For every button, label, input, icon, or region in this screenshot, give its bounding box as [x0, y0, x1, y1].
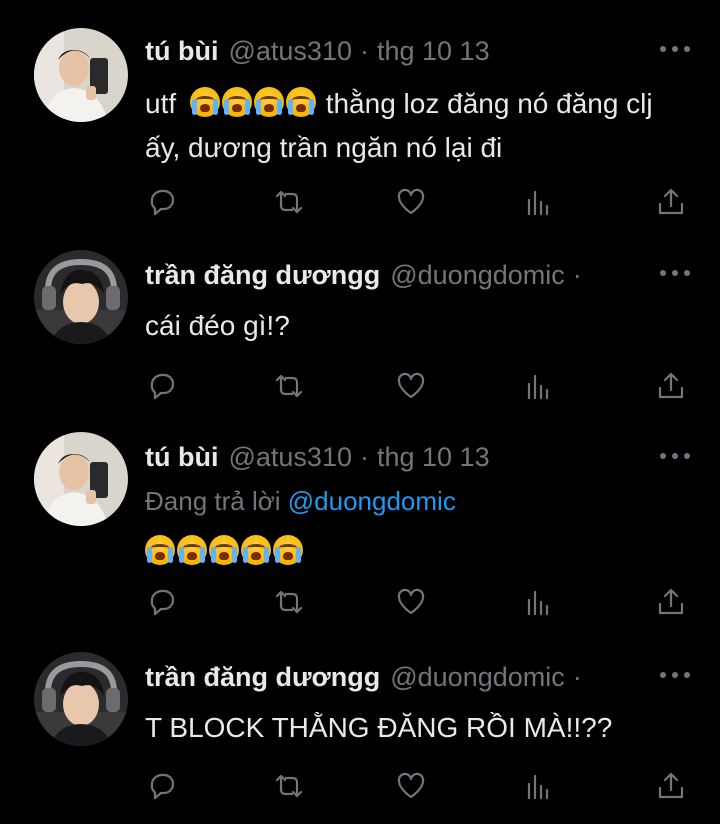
avatar[interactable] — [34, 28, 128, 122]
share-icon[interactable] — [655, 370, 687, 402]
more-icon[interactable] — [660, 451, 690, 461]
more-icon[interactable] — [660, 670, 690, 680]
tweet-actions — [145, 770, 695, 806]
separator-dot: · — [572, 661, 582, 692]
loudly-crying-emoji — [145, 535, 175, 565]
reply-mention-link[interactable]: @duongdomic — [288, 486, 456, 516]
tweet-date[interactable]: thg 10 13 — [377, 442, 490, 473]
retweet-icon[interactable] — [273, 370, 305, 402]
avatar-photo-tu-bui — [34, 432, 128, 526]
separator-dot: · — [359, 35, 369, 66]
tweet-date[interactable]: thg 10 13 — [377, 36, 490, 67]
separator-dot: · — [359, 441, 369, 472]
tweet[interactable]: trần đăng dươngg @duongdomic · T BLOCK T… — [0, 642, 720, 824]
analytics-icon[interactable] — [523, 770, 555, 802]
share-icon[interactable] — [655, 186, 687, 218]
loudly-crying-emoji — [253, 87, 284, 117]
user-handle[interactable]: @atus310 — [228, 442, 352, 473]
display-name[interactable]: tú bùi — [145, 36, 218, 67]
reply-icon[interactable] — [145, 370, 177, 402]
share-icon[interactable] — [655, 586, 687, 618]
tweet-text: T BLOCK THẰNG ĐĂNG RỒI MÀ!!?? — [145, 712, 613, 743]
display-name[interactable]: trần đăng dươngg — [145, 260, 380, 291]
loudly-crying-emoji — [273, 535, 303, 565]
tweet-actions — [145, 186, 695, 222]
analytics-icon[interactable] — [523, 586, 555, 618]
loudly-crying-emoji — [285, 87, 316, 117]
more-icon[interactable] — [660, 44, 690, 54]
loudly-crying-emoji — [221, 87, 252, 117]
heart-icon[interactable] — [395, 770, 427, 802]
tweet-actions — [145, 370, 695, 406]
loudly-crying-emoji — [241, 535, 271, 565]
user-handle[interactable]: @duongdomic — [390, 260, 565, 291]
heart-icon[interactable] — [395, 186, 427, 218]
replying-to: Đang trả lời @duongdomic — [145, 486, 456, 517]
tweet[interactable]: tú bùi @atus310 · thg 10 13 Đang trả lời… — [0, 420, 720, 642]
avatar-photo-tu-bui — [34, 28, 128, 122]
heart-icon[interactable] — [395, 370, 427, 402]
avatar[interactable] — [34, 432, 128, 526]
avatar-photo-tran-dang-duong — [34, 250, 128, 344]
avatar[interactable] — [34, 250, 128, 344]
reply-icon[interactable] — [145, 770, 177, 802]
loudly-crying-emoji — [177, 535, 207, 565]
tweet-text — [145, 530, 680, 574]
avatar-photo-tran-dang-duong — [34, 652, 128, 746]
loudly-crying-emoji — [189, 87, 220, 117]
user-handle[interactable]: @atus310 — [228, 36, 352, 67]
separator-dot: · — [572, 259, 582, 290]
analytics-icon[interactable] — [523, 186, 555, 218]
tweet[interactable]: trần đăng dươngg @duongdomic · cái đéo g… — [0, 240, 720, 420]
avatar[interactable] — [34, 652, 128, 746]
analytics-icon[interactable] — [523, 370, 555, 402]
loudly-crying-emoji — [209, 535, 239, 565]
heart-icon[interactable] — [395, 586, 427, 618]
display-name[interactable]: tú bùi — [145, 442, 218, 473]
user-handle[interactable]: @duongdomic — [390, 662, 565, 693]
display-name[interactable]: trần đăng dươngg — [145, 662, 380, 693]
reply-icon[interactable] — [145, 586, 177, 618]
share-icon[interactable] — [655, 770, 687, 802]
tweet-text: cái đéo gì!? — [145, 310, 290, 341]
retweet-icon[interactable] — [273, 770, 305, 802]
retweet-icon[interactable] — [273, 586, 305, 618]
tweet-text-start: utf — [145, 88, 177, 119]
more-icon[interactable] — [660, 268, 690, 278]
tweet-text: utf thằng loz đăng nó đăng clj ấy, dương… — [145, 82, 680, 170]
retweet-icon[interactable] — [273, 186, 305, 218]
replying-to-label: Đang trả lời — [145, 486, 288, 516]
tweet[interactable]: tú bùi @atus310 · thg 10 13 utf thằng lo… — [0, 0, 720, 240]
tweet-actions — [145, 586, 695, 622]
reply-icon[interactable] — [145, 186, 177, 218]
crying-emoji-group — [189, 87, 326, 119]
